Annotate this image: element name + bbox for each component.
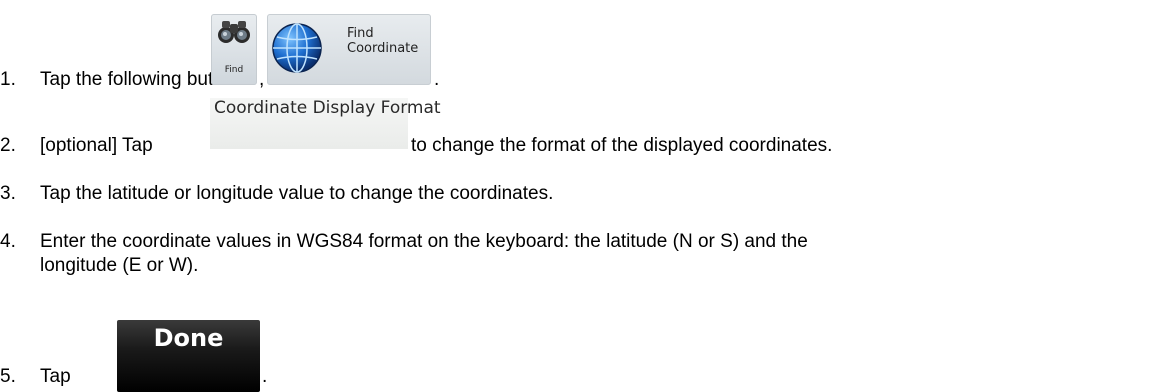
step-text: Tap the latitude or longitude value to c… xyxy=(40,183,554,204)
done-button[interactable]: Done xyxy=(117,320,260,392)
step-2: 2. [optional] Tap to change the format o… xyxy=(0,135,1158,159)
find-coordinate-label-line1: Find xyxy=(347,26,374,41)
done-button-label: Done xyxy=(153,324,224,352)
find-coordinate-button[interactable]: Find Coordinate xyxy=(267,14,431,85)
step-text: Tap xyxy=(40,366,71,387)
step-text-line1: Enter the coordinate values in WGS84 for… xyxy=(40,231,808,252)
step-number: 1. xyxy=(0,69,16,90)
step-number: 4. xyxy=(0,231,16,252)
step-number: 5. xyxy=(0,366,16,387)
step-1: 1. Tap the following buttons: , . xyxy=(0,69,1158,93)
find-button-label: Find xyxy=(224,65,244,75)
binoculars-icon xyxy=(218,21,250,43)
step-text-before: [optional] Tap xyxy=(40,135,153,156)
globe-icon xyxy=(272,23,322,73)
find-button[interactable]: Find xyxy=(211,14,257,85)
step-text-after: to change the format of the displayed co… xyxy=(411,135,833,156)
step-end-period: . xyxy=(262,366,268,387)
step-number: 3. xyxy=(0,183,16,204)
step-3: 3. Tap the latitude or longitude value t… xyxy=(0,183,1158,207)
find-coordinate-label: Find Coordinate xyxy=(347,26,431,56)
step-text-line2: longitude (E or W). xyxy=(40,255,199,276)
find-coordinate-label-line2: Coordinate xyxy=(347,41,419,56)
separator-comma: , xyxy=(259,69,265,90)
step-4: 4. Enter the coordinate values in WGS84 … xyxy=(0,231,1158,279)
coordinate-display-format-button[interactable]: Coordinate Display Format xyxy=(210,98,441,149)
step-end-period: . xyxy=(434,69,440,90)
coordinate-display-format-label: Coordinate Display Format xyxy=(214,98,441,118)
step-number: 2. xyxy=(0,135,16,156)
